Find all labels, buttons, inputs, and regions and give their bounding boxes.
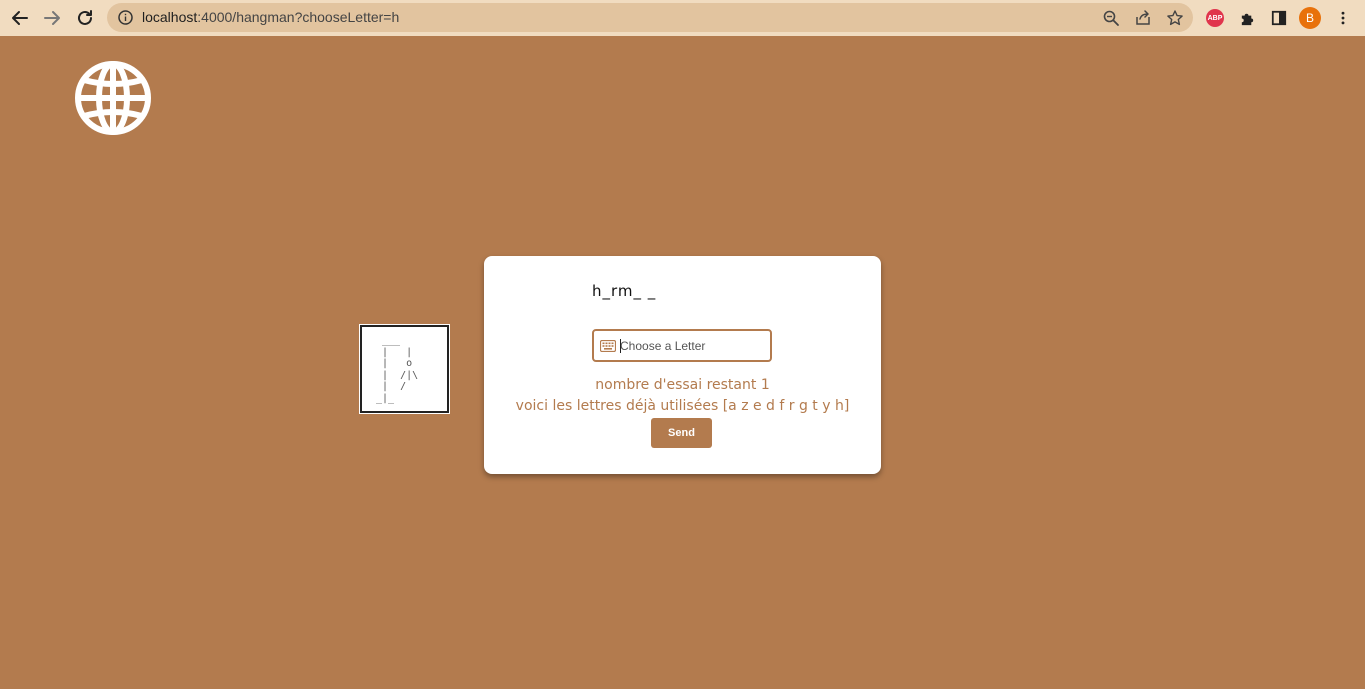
hangman-drawing: ___ | | | o | /|\ | / _|_ — [359, 324, 450, 414]
game-card: h_rm_ _ nombre d'essai restant 1 voici l… — [484, 256, 881, 474]
profile-avatar[interactable]: B — [1299, 7, 1321, 29]
back-arrow-icon[interactable] — [6, 4, 34, 32]
url-host: localhost — [142, 9, 198, 25]
info-icon[interactable] — [117, 9, 134, 26]
address-bar[interactable]: localhost:4000/hangman?chooseLetter=h — [107, 3, 1193, 32]
adblock-label: ABP — [1206, 9, 1224, 27]
forward-arrow-icon[interactable] — [38, 4, 66, 32]
share-icon[interactable] — [1133, 8, 1153, 28]
send-button[interactable]: Send — [651, 418, 712, 448]
browser-toolbar: localhost:4000/hangman?chooseLetter=h AB… — [0, 0, 1365, 36]
reload-icon[interactable] — [71, 4, 99, 32]
letter-input-wrapper[interactable] — [592, 329, 772, 362]
menu-icon[interactable] — [1332, 7, 1354, 29]
globe-icon[interactable] — [74, 60, 152, 136]
puzzle-icon[interactable] — [1236, 7, 1258, 29]
avatar-letter: B — [1299, 7, 1321, 29]
star-icon[interactable] — [1165, 8, 1185, 28]
text-caret — [620, 339, 621, 353]
adblock-extension-icon[interactable]: ABP — [1204, 7, 1226, 29]
letter-input[interactable] — [620, 331, 768, 360]
keyboard-icon — [600, 340, 616, 352]
url-path: :4000/hangman?chooseLetter=h — [197, 9, 400, 25]
used-letters-text: voici les lettres déjà utilisées [a z e … — [515, 398, 850, 414]
url-text[interactable]: localhost:4000/hangman?chooseLetter=h — [142, 9, 399, 25]
zoom-icon[interactable] — [1101, 8, 1121, 28]
hangman-ascii-art: ___ | | | o | /|\ | / _|_ — [376, 335, 419, 404]
word-display: h_rm_ _ — [592, 282, 657, 300]
remaining-tries-text: nombre d'essai restant 1 — [595, 377, 770, 393]
side-panel-icon[interactable] — [1268, 7, 1290, 29]
